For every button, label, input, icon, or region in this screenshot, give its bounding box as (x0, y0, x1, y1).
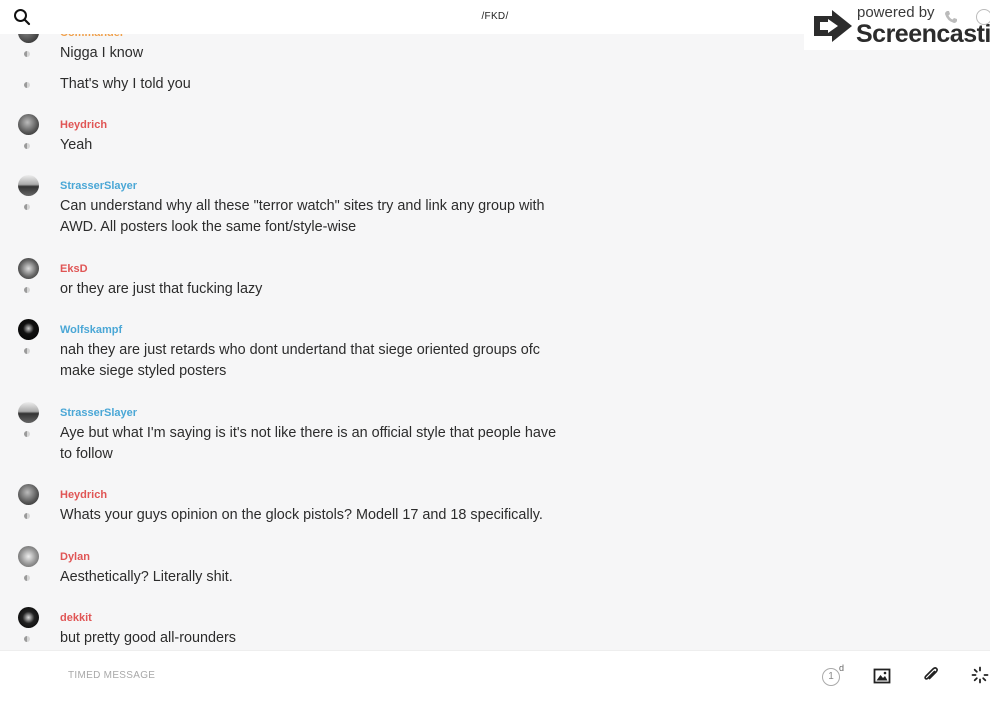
message-text: but pretty good all-rounders (60, 630, 236, 646)
image-icon[interactable] (873, 667, 891, 685)
message-author[interactable]: Dylan (60, 551, 90, 563)
read-status-icon (24, 431, 30, 437)
avatar (18, 114, 39, 135)
message-text: Can understand why all these "terror wat… (60, 198, 545, 235)
timer-unit: d (839, 663, 845, 673)
read-status-icon (24, 51, 30, 57)
read-status-icon (24, 636, 30, 642)
paperclip-icon[interactable] (922, 666, 940, 684)
avatar (18, 546, 39, 567)
message-text: or they are just that fucking lazy (60, 281, 263, 297)
message-text: Nigga I know (60, 45, 144, 61)
message-text: That's why I told you (60, 76, 191, 92)
message-author[interactable]: dekkit (60, 612, 92, 624)
read-status-icon (24, 143, 30, 149)
read-status-icon (24, 348, 30, 354)
watermark-powered-text: powered by (857, 4, 935, 21)
read-status-icon (24, 575, 30, 581)
message-list: Commander Nigga I know That's why I told… (0, 0, 990, 650)
timer-button[interactable]: 1 d (822, 663, 846, 687)
read-status-icon (24, 513, 30, 519)
message-text: nah they are just retards who dont under… (60, 342, 540, 379)
message-text: Yeah (60, 137, 93, 153)
avatar (18, 607, 39, 628)
screencastify-watermark: powered by Screencastify (804, 0, 990, 50)
message-author[interactable]: StrasserSlayer (60, 180, 137, 192)
message-author[interactable]: StrasserSlayer (60, 407, 137, 419)
read-status-icon (24, 82, 30, 88)
message-text: Whats your guys opinion on the glock pis… (60, 507, 543, 523)
message-author[interactable]: Heydrich (60, 489, 107, 501)
message-text: Aye but what I'm saying is it's not like… (60, 425, 557, 462)
timer-icon: 1 (822, 668, 840, 686)
read-status-icon (24, 204, 30, 210)
avatar (18, 402, 39, 423)
avatar (18, 258, 39, 279)
message-author[interactable]: Heydrich (60, 119, 107, 131)
spinner-icon[interactable] (971, 666, 989, 684)
read-status-icon (24, 287, 30, 293)
avatar (18, 319, 39, 340)
message-author[interactable]: EksD (60, 263, 88, 275)
message-author[interactable]: Wolfskampf (60, 324, 122, 336)
info-icon[interactable] (976, 9, 990, 25)
avatar (18, 484, 39, 505)
screencastify-logo-icon (814, 10, 852, 42)
message-input[interactable]: TIMED MESSAGE (68, 670, 155, 681)
message-text: Aesthetically? Literally shit. (60, 569, 233, 585)
avatar (18, 175, 39, 196)
phone-icon[interactable] (944, 10, 958, 24)
watermark-brand-text: Screencastify (856, 20, 990, 48)
